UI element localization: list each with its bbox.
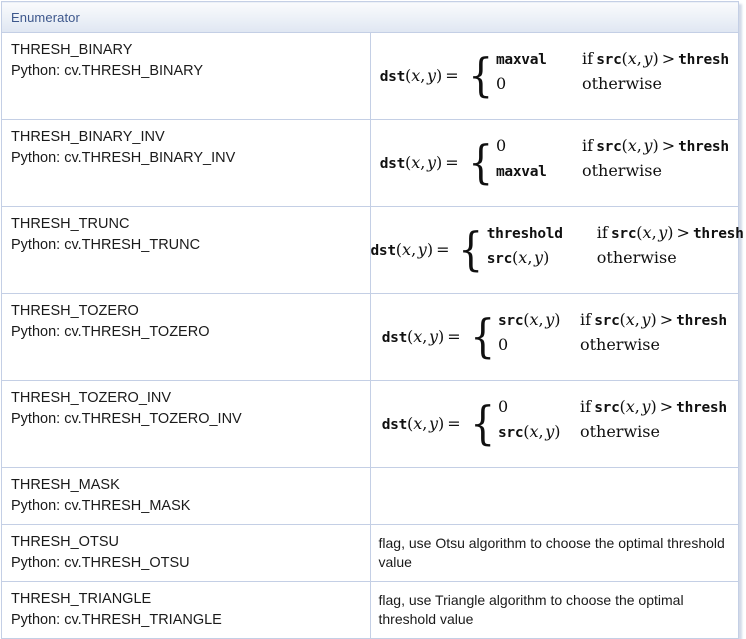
enum-description-text: flag, use Triangle algorithm to choose t… bbox=[378, 592, 684, 627]
enum-name-cell: THRESH_TRUNC Python: cv.THRESH_TRUNC bbox=[1, 206, 371, 294]
python-binding-name: Python: cv.THRESH_TOZERO bbox=[11, 324, 210, 340]
python-binding-name: Python: cv.THRESH_BINARY_INV bbox=[11, 150, 236, 166]
column-header-enumerator: Enumerator bbox=[1, 1, 739, 33]
enumerator-documentation-page: Enumerator THRESH_BINARY Python: cv.THRES… bbox=[0, 0, 746, 639]
enum-constant-name: THRESH_BINARY bbox=[11, 42, 133, 58]
python-binding-name: Python: cv.THRESH_BINARY bbox=[11, 63, 204, 79]
table-row: THRESH_MASK Python: cv.THRESH_MASK bbox=[1, 467, 739, 525]
table-row: THRESH_TRIANGLE Python: cv.THRESH_TRIANGL… bbox=[1, 581, 739, 639]
table-header-row: Enumerator bbox=[1, 1, 739, 33]
enum-formula-cell: dst(x, y) ={src(x, y) if src(x, y) > thresh 0… bbox=[369, 293, 739, 381]
enum-name-cell: THRESH_OTSU Python: cv.THRESH_OTSU bbox=[1, 524, 371, 582]
enum-description-text: flag, use Otsu algorithm to choose the o… bbox=[378, 535, 725, 570]
enum-description-cell bbox=[369, 467, 739, 525]
enum-formula-cell: dst(x, y) ={0 if src(x, y) > thresh maxval oth… bbox=[369, 119, 739, 207]
enum-description-cell: flag, use Otsu algorithm to choose the o… bbox=[369, 524, 739, 582]
table-row: THRESH_BINARY Python: cv.THRESH_BINARY dst… bbox=[1, 32, 739, 120]
python-binding-name: Python: cv.THRESH_TRIANGLE bbox=[11, 612, 222, 628]
enum-name-cell: THRESH_BINARY_INV Python: cv.THRESH_BINAR… bbox=[1, 119, 371, 207]
python-binding-name: Python: cv.THRESH_OTSU bbox=[11, 555, 190, 571]
python-binding-name: Python: cv.THRESH_TRUNC bbox=[11, 237, 201, 253]
enum-constant-name: THRESH_BINARY_INV bbox=[11, 129, 165, 145]
table-row: THRESH_TOZERO Python: cv.THRESH_TOZERO dst… bbox=[1, 293, 739, 381]
enum-constant-name: THRESH_MASK bbox=[11, 477, 120, 493]
enum-name-cell: THRESH_TOZERO Python: cv.THRESH_TOZERO bbox=[1, 293, 371, 381]
enum-formula-cell: dst(x, y) ={maxval if src(x, y) > thresh 0 oth… bbox=[369, 32, 739, 120]
table-head: Enumerator bbox=[1, 1, 739, 33]
table-body: THRESH_BINARY Python: cv.THRESH_BINARY dst… bbox=[1, 32, 744, 639]
enum-name-cell: THRESH_BINARY Python: cv.THRESH_BINARY bbox=[1, 32, 371, 120]
table-row: THRESH_TRUNC Python: cv.THRESH_TRUNC dst(x… bbox=[1, 206, 744, 294]
enum-description-cell: flag, use Triangle algorithm to choose t… bbox=[369, 581, 739, 639]
enum-constant-name: THRESH_TRUNC bbox=[11, 216, 130, 232]
enum-name-cell: THRESH_TOZERO_INV Python: cv.THRESH_TOZER… bbox=[1, 380, 371, 468]
enum-constant-name: THRESH_TOZERO_INV bbox=[11, 390, 172, 406]
enum-name-cell: THRESH_TRIANGLE Python: cv.THRESH_TRIANGL… bbox=[1, 581, 371, 639]
enum-constant-name: THRESH_TRIANGLE bbox=[11, 591, 152, 607]
python-binding-name: Python: cv.THRESH_MASK bbox=[11, 498, 191, 514]
table-row: THRESH_OTSU Python: cv.THRESH_OTSU flag, u… bbox=[1, 524, 739, 582]
table-row: THRESH_TOZERO_INV Python: cv.THRESH_TOZER… bbox=[1, 380, 739, 468]
enum-constant-name: THRESH_OTSU bbox=[11, 534, 119, 550]
enum-formula-cell: dst(x, y) ={0 if src(x, y) > thresh src(x, y)… bbox=[369, 380, 739, 468]
table-row: THRESH_BINARY_INV Python: cv.THRESH_BINAR… bbox=[1, 119, 739, 207]
enum-constant-name: THRESH_TOZERO bbox=[11, 303, 139, 319]
enumerator-table: Enumerator THRESH_BINARY Python: cv.THRES… bbox=[1, 1, 744, 639]
enum-formula-cell: dst(x, y) ={threshold if src(x, y) > thresh s… bbox=[369, 206, 744, 294]
python-binding-name: Python: cv.THRESH_TOZERO_INV bbox=[11, 411, 242, 427]
enum-name-cell: THRESH_MASK Python: cv.THRESH_MASK bbox=[1, 467, 371, 525]
